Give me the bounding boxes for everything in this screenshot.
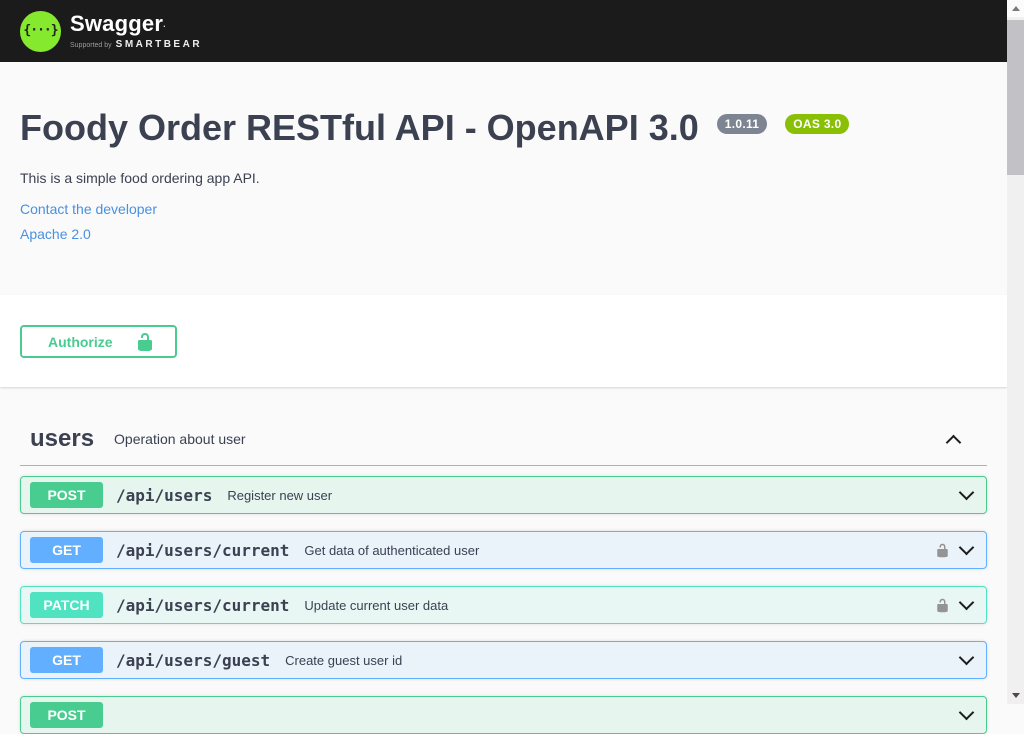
method-badge: POST (30, 702, 103, 728)
operation-controls (935, 542, 972, 559)
version-badge: 1.0.11 (717, 114, 768, 134)
operation-summary: Get data of authenticated user (304, 543, 479, 558)
scrollbar-thumb[interactable] (1007, 20, 1024, 175)
trademark-dot: . (163, 20, 166, 30)
api-info-section: Foody Order RESTful API - OpenAPI 3.0 1.… (0, 62, 1007, 295)
logo-wordmark: Swagger. (70, 12, 202, 36)
operation-path: /api/users/current (116, 596, 289, 615)
smartbear-brand: SMARTBEAR (116, 39, 202, 50)
api-title-text: Foody Order RESTful API - OpenAPI 3.0 (20, 107, 699, 148)
chevron-down-icon[interactable] (959, 704, 975, 720)
operation-path: /api/users (116, 486, 212, 505)
swagger-ui-page: {···} Swagger. Supported by SMARTBEAR Fo… (0, 0, 1007, 734)
chevron-down-icon[interactable] (959, 594, 975, 610)
tag-name: users (30, 427, 94, 451)
operation-controls (961, 655, 972, 666)
operation-summary: Update current user data (304, 598, 448, 613)
method-badge: GET (30, 647, 103, 673)
swagger-logo-icon: {···} (20, 11, 61, 52)
operation-controls (935, 597, 972, 614)
page-title: Foody Order RESTful API - OpenAPI 3.0 1.… (20, 106, 987, 149)
operation-path: /api/users/guest (116, 651, 270, 670)
chevron-down-icon[interactable] (959, 539, 975, 555)
vertical-scrollbar[interactable] (1007, 0, 1024, 704)
supported-by-label: Supported by (70, 42, 112, 49)
operation-path: /api/users/current (116, 541, 289, 560)
authorize-button[interactable]: Authorize (20, 325, 177, 358)
collapse-users-button[interactable] (948, 434, 959, 445)
oas-badge: OAS 3.0 (785, 114, 849, 134)
auth-wrapper: Authorize (0, 325, 1007, 358)
operation-row[interactable]: POST /api/users Register new user (20, 476, 987, 514)
operation-summary: Register new user (227, 488, 332, 503)
chevron-down-icon[interactable] (959, 649, 975, 665)
braces-glyph: {···} (23, 23, 57, 39)
operation-controls (961, 490, 972, 501)
operation-row[interactable]: GET /api/users/current Get data of authe… (20, 531, 987, 569)
operation-row[interactable]: GET /api/users/guest Create guest user i… (20, 641, 987, 679)
triangle-down-icon (1012, 693, 1020, 698)
chevron-down-icon[interactable] (959, 484, 975, 500)
logo-text: Swagger. Supported by SMARTBEAR (70, 12, 202, 49)
authorize-label: Authorize (48, 334, 113, 350)
lock-icon[interactable] (935, 542, 950, 559)
operation-controls (961, 710, 972, 721)
swagger-logo-link[interactable]: {···} Swagger. Supported by SMARTBEAR (20, 11, 202, 52)
unlock-icon (135, 332, 155, 352)
operations-list: POST /api/users Register new user GET /a… (20, 476, 987, 734)
main-content: Foody Order RESTful API - OpenAPI 3.0 1.… (0, 62, 1007, 734)
method-badge: PATCH (30, 592, 103, 618)
scroll-up-button[interactable] (1007, 0, 1024, 17)
tag-description: Operation about user (114, 431, 246, 447)
operation-summary: Create guest user id (285, 653, 402, 668)
method-badge: POST (30, 482, 103, 508)
api-description: This is a simple food ordering app API. (20, 170, 987, 186)
users-tag-section: users Operation about user POST /api/use… (0, 427, 1007, 734)
scheme-container: Authorize (0, 295, 1007, 387)
method-badge: GET (30, 537, 103, 563)
scroll-down-button[interactable] (1007, 687, 1024, 704)
triangle-up-icon (1012, 6, 1020, 11)
topbar: {···} Swagger. Supported by SMARTBEAR (0, 0, 1007, 62)
license-link[interactable]: Apache 2.0 (20, 226, 987, 242)
contact-developer-link[interactable]: Contact the developer (20, 201, 987, 217)
chevron-up-icon (946, 434, 962, 450)
tag-header-users[interactable]: users Operation about user (20, 427, 987, 466)
lock-icon[interactable] (935, 597, 950, 614)
operation-row[interactable]: PATCH /api/users/current Update current … (20, 586, 987, 624)
operation-row[interactable]: POST (20, 696, 987, 734)
logo-subtitle: Supported by SMARTBEAR (70, 39, 202, 50)
